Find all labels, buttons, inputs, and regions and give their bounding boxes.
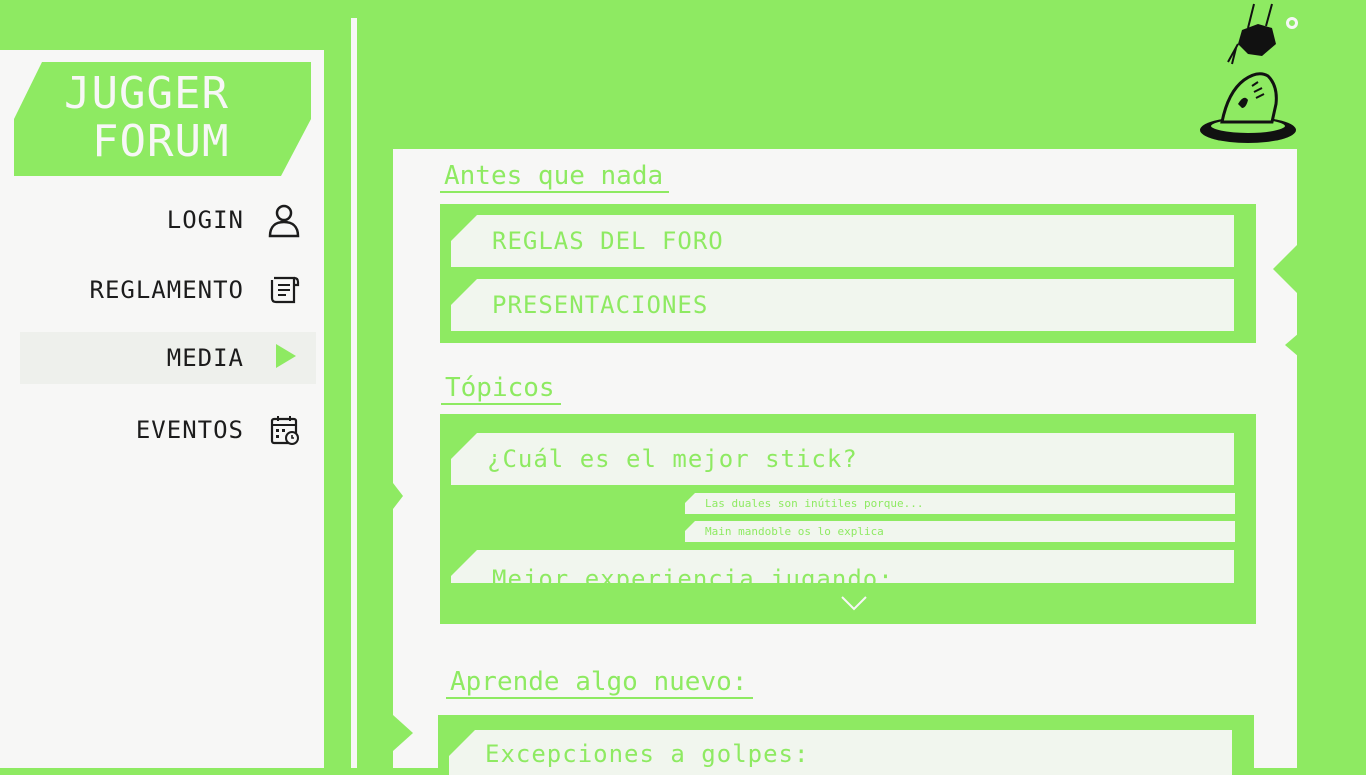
nav-item-eventos[interactable]: EVENTOS	[20, 404, 316, 456]
nav-item-label: LOGIN	[166, 206, 244, 234]
chevron-down-icon[interactable]	[840, 595, 868, 611]
forum-logo[interactable]: JUGGER FORUM	[14, 62, 311, 176]
topic-title: Excepciones a golpes:	[485, 740, 810, 768]
nav-item-reglamento[interactable]: REGLAMENTO	[20, 264, 316, 316]
category-reglas[interactable]: REGLAS DEL FORO	[451, 215, 1234, 267]
category-presentaciones[interactable]: PRESENTACIONES	[451, 279, 1234, 331]
topic-mejor-stick[interactable]: ¿Cuál es el mejor stick?	[451, 433, 1234, 485]
decorative-notch	[393, 715, 413, 751]
nav-item-login[interactable]: LOGIN	[20, 194, 316, 246]
section-title-topicos: Tópicos	[441, 373, 561, 405]
nav-item-label: REGLAMENTO	[89, 276, 244, 304]
panel-antes: REGLAS DEL FORO PRESENTACIONES	[440, 204, 1256, 343]
panel-topicos: ¿Cuál es el mejor stick? Las duales son …	[440, 414, 1256, 624]
category-label: REGLAS DEL FORO	[492, 227, 724, 255]
nav-item-label: MEDIA	[166, 344, 244, 372]
nav-item-media[interactable]: MEDIA	[20, 332, 316, 384]
decorative-notch	[1273, 243, 1299, 295]
reply-text: Las duales son inútiles porque...	[705, 497, 924, 510]
topic-reply[interactable]: Las duales son inútiles porque...	[685, 493, 1235, 514]
vertical-divider	[351, 18, 357, 768]
logo-line-1: JUGGER	[64, 68, 229, 119]
reply-text: Main mandoble os lo explica	[705, 525, 884, 538]
topic-reply[interactable]: Main mandoble os lo explica	[685, 521, 1235, 542]
category-label: PRESENTACIONES	[492, 291, 709, 319]
user-icon	[268, 204, 300, 238]
decorative-notch	[393, 483, 403, 509]
topic-excepciones[interactable]: Excepciones a golpes:	[449, 730, 1232, 775]
section-title-aprende: Aprende algo nuevo:	[446, 667, 754, 699]
section-title-antes: Antes que nada	[440, 161, 670, 193]
nav-item-label: EVENTOS	[135, 416, 244, 444]
topic-title: ¿Cuál es el mejor stick?	[487, 445, 858, 473]
main-content: Antes que nada REGLAS DEL FORO PRESENTAC…	[393, 149, 1299, 775]
play-icon	[276, 344, 296, 368]
calendar-icon	[270, 416, 299, 445]
decorative-notch	[1285, 333, 1299, 357]
document-icon	[270, 276, 300, 304]
sidebar: JUGGER FORUM LOGIN REGLAMENTO MEDIA EVEN…	[0, 50, 324, 768]
panel-aprende: Excepciones a golpes:	[438, 715, 1254, 775]
status-ring-icon	[1286, 17, 1298, 29]
logo-line-2: FORUM	[92, 116, 230, 167]
